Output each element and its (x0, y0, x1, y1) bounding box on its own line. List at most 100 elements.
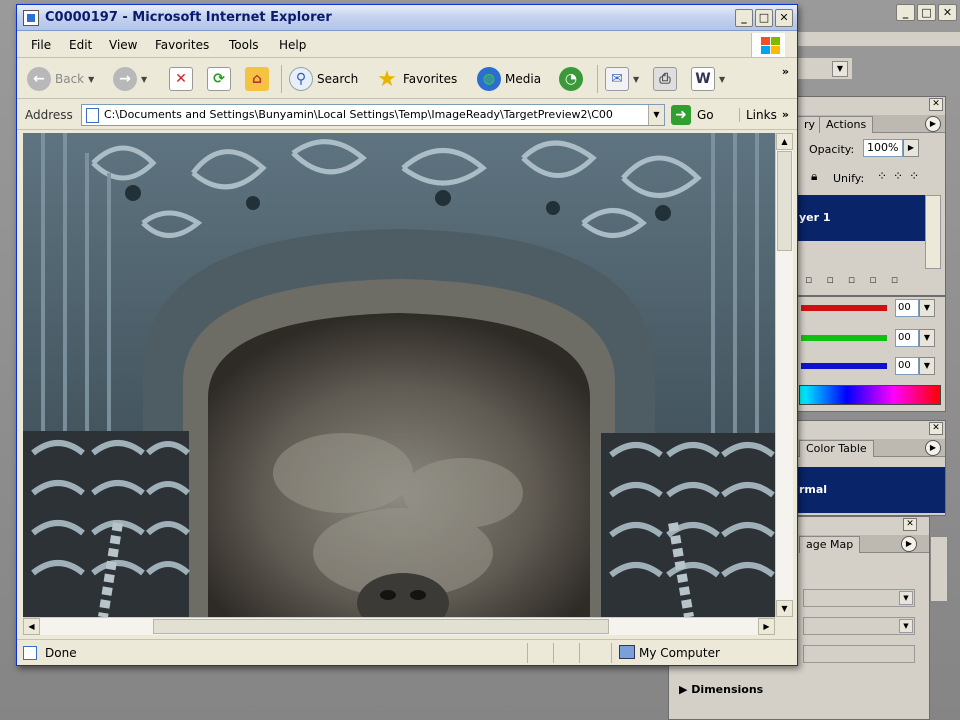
favorites-button[interactable]: ★ Favorites (375, 63, 457, 95)
scroll-down-icon[interactable]: ▼ (776, 600, 793, 617)
address-value: C:\Documents and Settings\Bunyamin\Local… (104, 108, 613, 121)
go-arrow-icon: ➜ (671, 105, 691, 125)
chevron-down-icon[interactable]: ▶ (903, 139, 919, 157)
links-overflow[interactable]: » (782, 108, 789, 121)
tab-color-table[interactable]: Color Table (799, 440, 874, 457)
menu-edit[interactable]: Edit (69, 38, 92, 52)
print-button[interactable]: ⎙ (653, 63, 677, 95)
refresh-button[interactable]: ⟳ (207, 63, 231, 95)
chevron-down-icon[interactable]: ▼ (899, 619, 913, 633)
scroll-up-icon[interactable]: ▲ (776, 133, 793, 150)
ie-titlebar[interactable]: C0000197 - Microsoft Internet Explorer _… (17, 5, 797, 31)
scroll-right-icon[interactable]: ▶ (758, 618, 775, 635)
menu-file[interactable]: File (31, 38, 51, 52)
menu-favorites[interactable]: Favorites (155, 38, 209, 52)
panel-menu-icon[interactable]: ▶ (925, 440, 941, 456)
scroll-left-icon[interactable]: ◀ (23, 618, 40, 635)
print-icon: ⎙ (653, 67, 677, 91)
menu-tools[interactable]: Tools (229, 38, 259, 52)
standard-toolbar: ← Back ▼ → ▼ ✕ ⟳ ⌂ ⚲ Search ★ Favorites … (17, 59, 797, 99)
blend-mode-row[interactable]: rmal (797, 467, 945, 513)
image-map-field[interactable]: ▼ (803, 617, 915, 635)
layers-panel-tabs: ry Actions (797, 115, 945, 133)
layers-panel: ✕ ry Actions ▶ Opacity: 100% ▶ 🔒︎ Unify:… (796, 96, 946, 296)
opacity-field[interactable]: 100% (863, 139, 903, 157)
app-options-field[interactable]: ▼ (796, 58, 852, 80)
chevron-down-icon[interactable]: ▼ (832, 61, 848, 77)
red-value[interactable]: 00 (895, 299, 919, 317)
menu-help[interactable]: Help (279, 38, 306, 52)
back-arrow-icon: ← (27, 67, 51, 91)
edit-button[interactable]: W ▼ (691, 63, 725, 95)
horizontal-scroll-thumb[interactable] (153, 619, 609, 634)
home-button[interactable]: ⌂ (245, 63, 269, 95)
layer-row-selected[interactable]: yer 1 (797, 195, 925, 241)
chevron-down-icon[interactable]: ▼ (88, 75, 94, 84)
color-spectrum[interactable] (799, 385, 941, 405)
toolbar-separator (281, 65, 282, 93)
minimize-button[interactable]: _ (735, 9, 753, 27)
close-button[interactable]: ✕ (775, 9, 793, 27)
history-button[interactable]: ◔ (559, 63, 583, 95)
chevron-down-icon[interactable]: ▼ (919, 357, 935, 375)
toolbar-overflow[interactable]: » (782, 65, 789, 78)
panel-menu-icon[interactable]: ▶ (901, 536, 917, 552)
dimensions-section[interactable]: ▶ Dimensions (679, 683, 763, 696)
tab-actions[interactable]: Actions (819, 116, 874, 133)
search-button[interactable]: ⚲ Search (289, 63, 358, 95)
status-divider (611, 643, 612, 663)
panel-menu-icon[interactable]: ▶ (925, 116, 941, 132)
links-button[interactable]: Links (739, 108, 777, 122)
image-map-field[interactable] (803, 645, 915, 663)
app-window-controls: _ □ ✕ (896, 4, 957, 21)
ie-window-controls: _ □ ✕ (735, 9, 793, 27)
image-map-field[interactable]: ▼ (803, 589, 915, 607)
green-value[interactable]: 00 (895, 329, 919, 347)
stop-button[interactable]: ✕ (169, 63, 193, 95)
home-icon: ⌂ (245, 67, 269, 91)
blue-value[interactable]: 00 (895, 357, 919, 375)
red-slider[interactable] (801, 305, 887, 311)
chevron-down-icon[interactable]: ▼ (899, 591, 913, 605)
address-input[interactable]: C:\Documents and Settings\Bunyamin\Local… (81, 104, 665, 126)
menu-bar: File Edit View Favorites Tools Help (17, 32, 797, 58)
address-bar: Address C:\Documents and Settings\Bunyam… (17, 100, 797, 130)
vertical-scroll-thumb[interactable] (777, 151, 792, 251)
chevron-down-icon[interactable]: ▼ (919, 299, 935, 317)
tab-image-map[interactable]: age Map (799, 536, 861, 553)
green-slider[interactable] (801, 335, 887, 341)
blend-mode-label: rmal (799, 483, 828, 496)
layers-scrollbar[interactable] (925, 195, 941, 269)
maximize-button[interactable]: □ (755, 9, 773, 27)
chevron-down-icon[interactable]: ▼ (648, 105, 664, 125)
horizontal-scrollbar[interactable]: ◀ ▶ (23, 617, 775, 635)
history-icon: ◔ (559, 67, 583, 91)
color-panel: 00 ▼ 00 ▼ 00 ▼ (796, 296, 946, 412)
close-icon[interactable]: ✕ (929, 98, 943, 111)
close-icon[interactable]: ✕ (903, 518, 917, 531)
chevron-down-icon[interactable]: ▼ (141, 75, 147, 84)
vertical-scrollbar[interactable]: ▲ ▼ (775, 133, 793, 617)
app-options-bar (796, 32, 960, 46)
forward-button[interactable]: → ▼ (113, 63, 147, 95)
unify-icons[interactable]: ⁘⁘⁘ (877, 169, 925, 183)
lock-icon[interactable]: 🔒︎ (811, 169, 817, 184)
back-button[interactable]: ← Back ▼ (27, 63, 94, 95)
forward-arrow-icon: → (113, 67, 137, 91)
media-button[interactable]: ◍ Media (477, 63, 541, 95)
chevron-down-icon[interactable]: ▼ (633, 75, 639, 84)
back-label: Back (55, 72, 85, 86)
close-icon[interactable]: ✕ (929, 422, 943, 435)
chevron-down-icon[interactable]: ▼ (719, 75, 725, 84)
app-minimize-button[interactable]: _ (896, 4, 915, 21)
mail-button[interactable]: ✉ ▼ (605, 63, 639, 95)
app-close-button[interactable]: ✕ (938, 4, 957, 21)
chevron-down-icon[interactable]: ▼ (919, 329, 935, 347)
layers-toolbar[interactable]: ▫▫▫▫▫ (797, 273, 945, 293)
app-maximize-button[interactable]: □ (917, 4, 936, 21)
status-bar: Done My Computer (17, 639, 797, 665)
go-button[interactable]: ➜ Go (671, 105, 714, 125)
menu-view[interactable]: View (109, 38, 137, 52)
status-text: Done (45, 646, 77, 660)
blue-slider[interactable] (801, 363, 887, 369)
